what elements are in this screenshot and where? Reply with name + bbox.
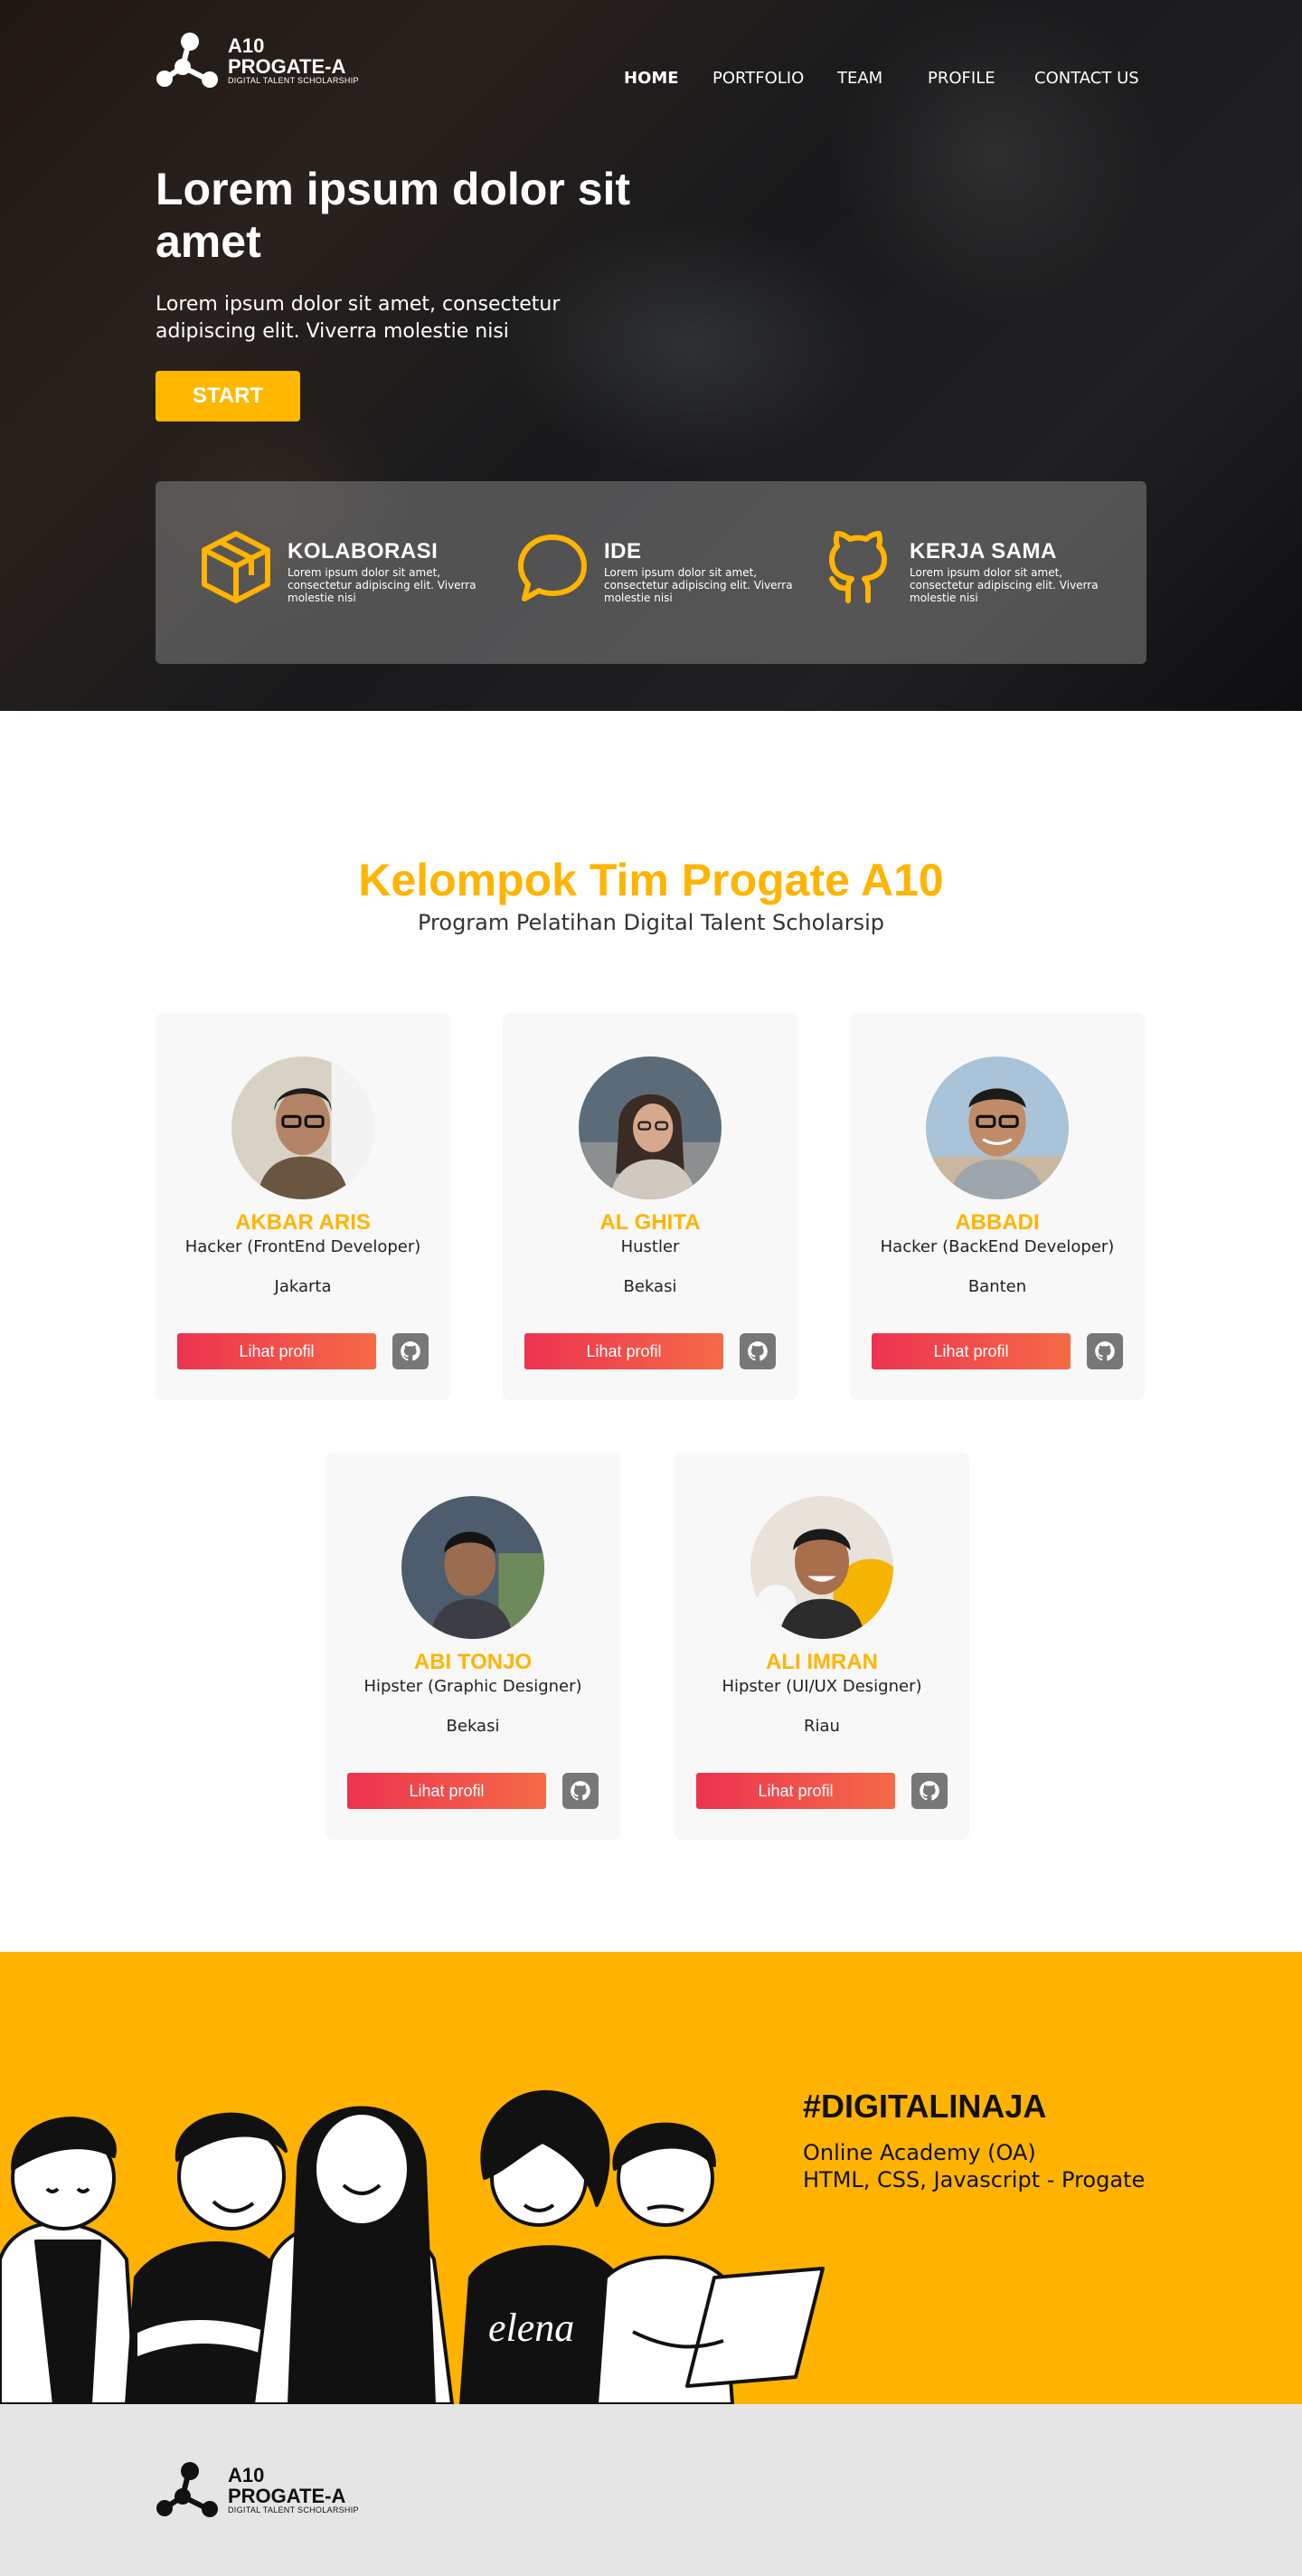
logo-tagline: DIGITAL TALENT SCHOLARSHIP: [228, 76, 359, 86]
github-link-button[interactable]: [911, 1773, 948, 1809]
github-link-button[interactable]: [562, 1773, 599, 1809]
view-profile-button[interactable]: Lihat profil: [177, 1333, 376, 1369]
svg-text:elena: elena: [488, 2306, 574, 2350]
digital-section: elena #DIGITALINAJA Online Academy (OA) …: [0, 1952, 1302, 2404]
nav-portfolio[interactable]: PORTFOLIO: [712, 69, 804, 88]
hero-subtitle: Lorem ipsum dolor sit amet, consectetur …: [156, 293, 561, 343]
team-card: ABBADI Hacker (BackEnd Developer) Banten…: [850, 1013, 1145, 1400]
view-profile-button[interactable]: Lihat profil: [872, 1333, 1071, 1369]
member-role: Hipster (UI/UX Designer): [722, 1677, 922, 1696]
avatar: [750, 1496, 893, 1639]
logo-line2: PROGATE-A: [228, 2485, 346, 2508]
team-subtitle: Program Pelatihan Digital Talent Scholar…: [418, 910, 884, 935]
member-name: ABI TONJO: [413, 1650, 533, 1674]
team-card: ABI TONJO Hipster (Graphic Designer) Bek…: [326, 1453, 620, 1840]
team-title: Kelompok Tim Progate A10: [358, 855, 944, 905]
github-icon: [920, 1781, 939, 1801]
github-link-button[interactable]: [1087, 1333, 1123, 1369]
member-role: Hacker (BackEnd Developer): [880, 1237, 1115, 1256]
avatar: [579, 1056, 722, 1199]
cube-icon: [202, 531, 270, 603]
feature-kolaborasi: KOLABORASI Lorem ipsum dolor sit amet, c…: [197, 528, 486, 606]
member-role: Hipster (Graphic Designer): [363, 1677, 582, 1696]
logo-tagline: DIGITAL TALENT SCHOLARSHIP: [228, 2505, 359, 2515]
team-illustration: elena: [0, 2089, 825, 2404]
digital-line2: HTML, CSS, Javascript - Progate: [803, 2167, 1146, 2192]
main-nav: HOME PORTFOLIO TEAM PROFILE CONTACT US: [624, 69, 1148, 90]
logo-line1: A10: [228, 2464, 265, 2487]
feature-desc: Lorem ipsum dolor sit amet, consectetur …: [288, 566, 476, 604]
feature-ide: IDE Lorem ipsum dolor sit amet, consecte…: [514, 528, 803, 606]
member-city: Bekasi: [623, 1277, 677, 1296]
avatar: [231, 1056, 374, 1199]
feature-title: IDE: [604, 539, 642, 564]
view-profile-button[interactable]: Lihat profil: [524, 1333, 723, 1369]
team-card: ALI IMRAN Hipster (UI/UX Designer) Riau …: [675, 1453, 969, 1840]
team-card: AL GHITA Hustler Bekasi Lihat profil: [503, 1013, 797, 1400]
member-role: Hacker (FrontEnd Developer): [184, 1237, 421, 1256]
member-name: ABBADI: [955, 1210, 1040, 1235]
logo-molecule-icon: [156, 33, 218, 88]
team-card: AKBAR ARIS Hacker (FrontEnd Developer) J…: [156, 1013, 450, 1400]
nav-contact-us[interactable]: CONTACT US: [1034, 69, 1139, 88]
github-link-button[interactable]: [740, 1333, 776, 1369]
avatar: [926, 1056, 1069, 1199]
member-name: AKBAR ARIS: [235, 1210, 371, 1235]
member-city: Bekasi: [446, 1717, 500, 1736]
feature-desc: Lorem ipsum dolor sit amet, consectetur …: [910, 566, 1099, 604]
digital-title: #DIGITALINAJA: [803, 2088, 1047, 2125]
member-city: Jakarta: [274, 1277, 332, 1296]
view-profile-button[interactable]: Lihat profil: [347, 1773, 546, 1809]
digital-line1: Online Academy (OA): [803, 2140, 1036, 2165]
chat-bubble-icon: [518, 535, 587, 601]
github-icon: [401, 1341, 420, 1361]
nav-profile[interactable]: PROFILE: [928, 69, 995, 88]
nav-team[interactable]: TEAM: [837, 69, 882, 88]
feature-title: KERJA SAMA: [910, 539, 1057, 564]
member-city: Riau: [804, 1717, 840, 1736]
feature-kerja-sama: KERJA SAMA Lorem ipsum dolor sit amet, c…: [819, 528, 1109, 606]
feature-panel: KOLABORASI Lorem ipsum dolor sit amet, c…: [156, 481, 1146, 664]
footer: A10 PROGATE-A DIGITAL TALENT SCHOLARSHIP: [0, 2404, 1302, 2576]
github-icon: [829, 531, 887, 603]
logo-molecule-icon: [156, 2462, 218, 2517]
feature-desc: Lorem ipsum dolor sit amet, consectetur …: [604, 566, 793, 604]
hero-section: A10 PROGATE-A DIGITAL TALENT SCHOLARSHIP…: [0, 0, 1302, 711]
start-button[interactable]: START: [156, 371, 300, 421]
logo-line2: PROGATE-A: [228, 55, 346, 79]
member-city: Banten: [967, 1277, 1027, 1296]
avatar: [401, 1496, 544, 1639]
hero-title: Lorem ipsum dolor sit amet: [156, 164, 631, 267]
header-logo[interactable]: A10 PROGATE-A DIGITAL TALENT SCHOLARSHIP: [156, 31, 359, 90]
github-icon: [571, 1781, 590, 1801]
view-profile-button[interactable]: Lihat profil: [696, 1773, 895, 1809]
member-role: Hustler: [620, 1237, 680, 1256]
github-link-button[interactable]: [392, 1333, 429, 1369]
footer-logo[interactable]: A10 PROGATE-A DIGITAL TALENT SCHOLARSHIP: [156, 2460, 359, 2520]
member-name: ALI IMRAN: [766, 1650, 878, 1674]
github-icon: [748, 1341, 768, 1361]
member-name: AL GHITA: [599, 1210, 701, 1235]
github-icon: [1095, 1341, 1115, 1361]
logo-line1: A10: [228, 34, 265, 58]
nav-home[interactable]: HOME: [624, 69, 679, 88]
feature-title: KOLABORASI: [288, 539, 439, 564]
